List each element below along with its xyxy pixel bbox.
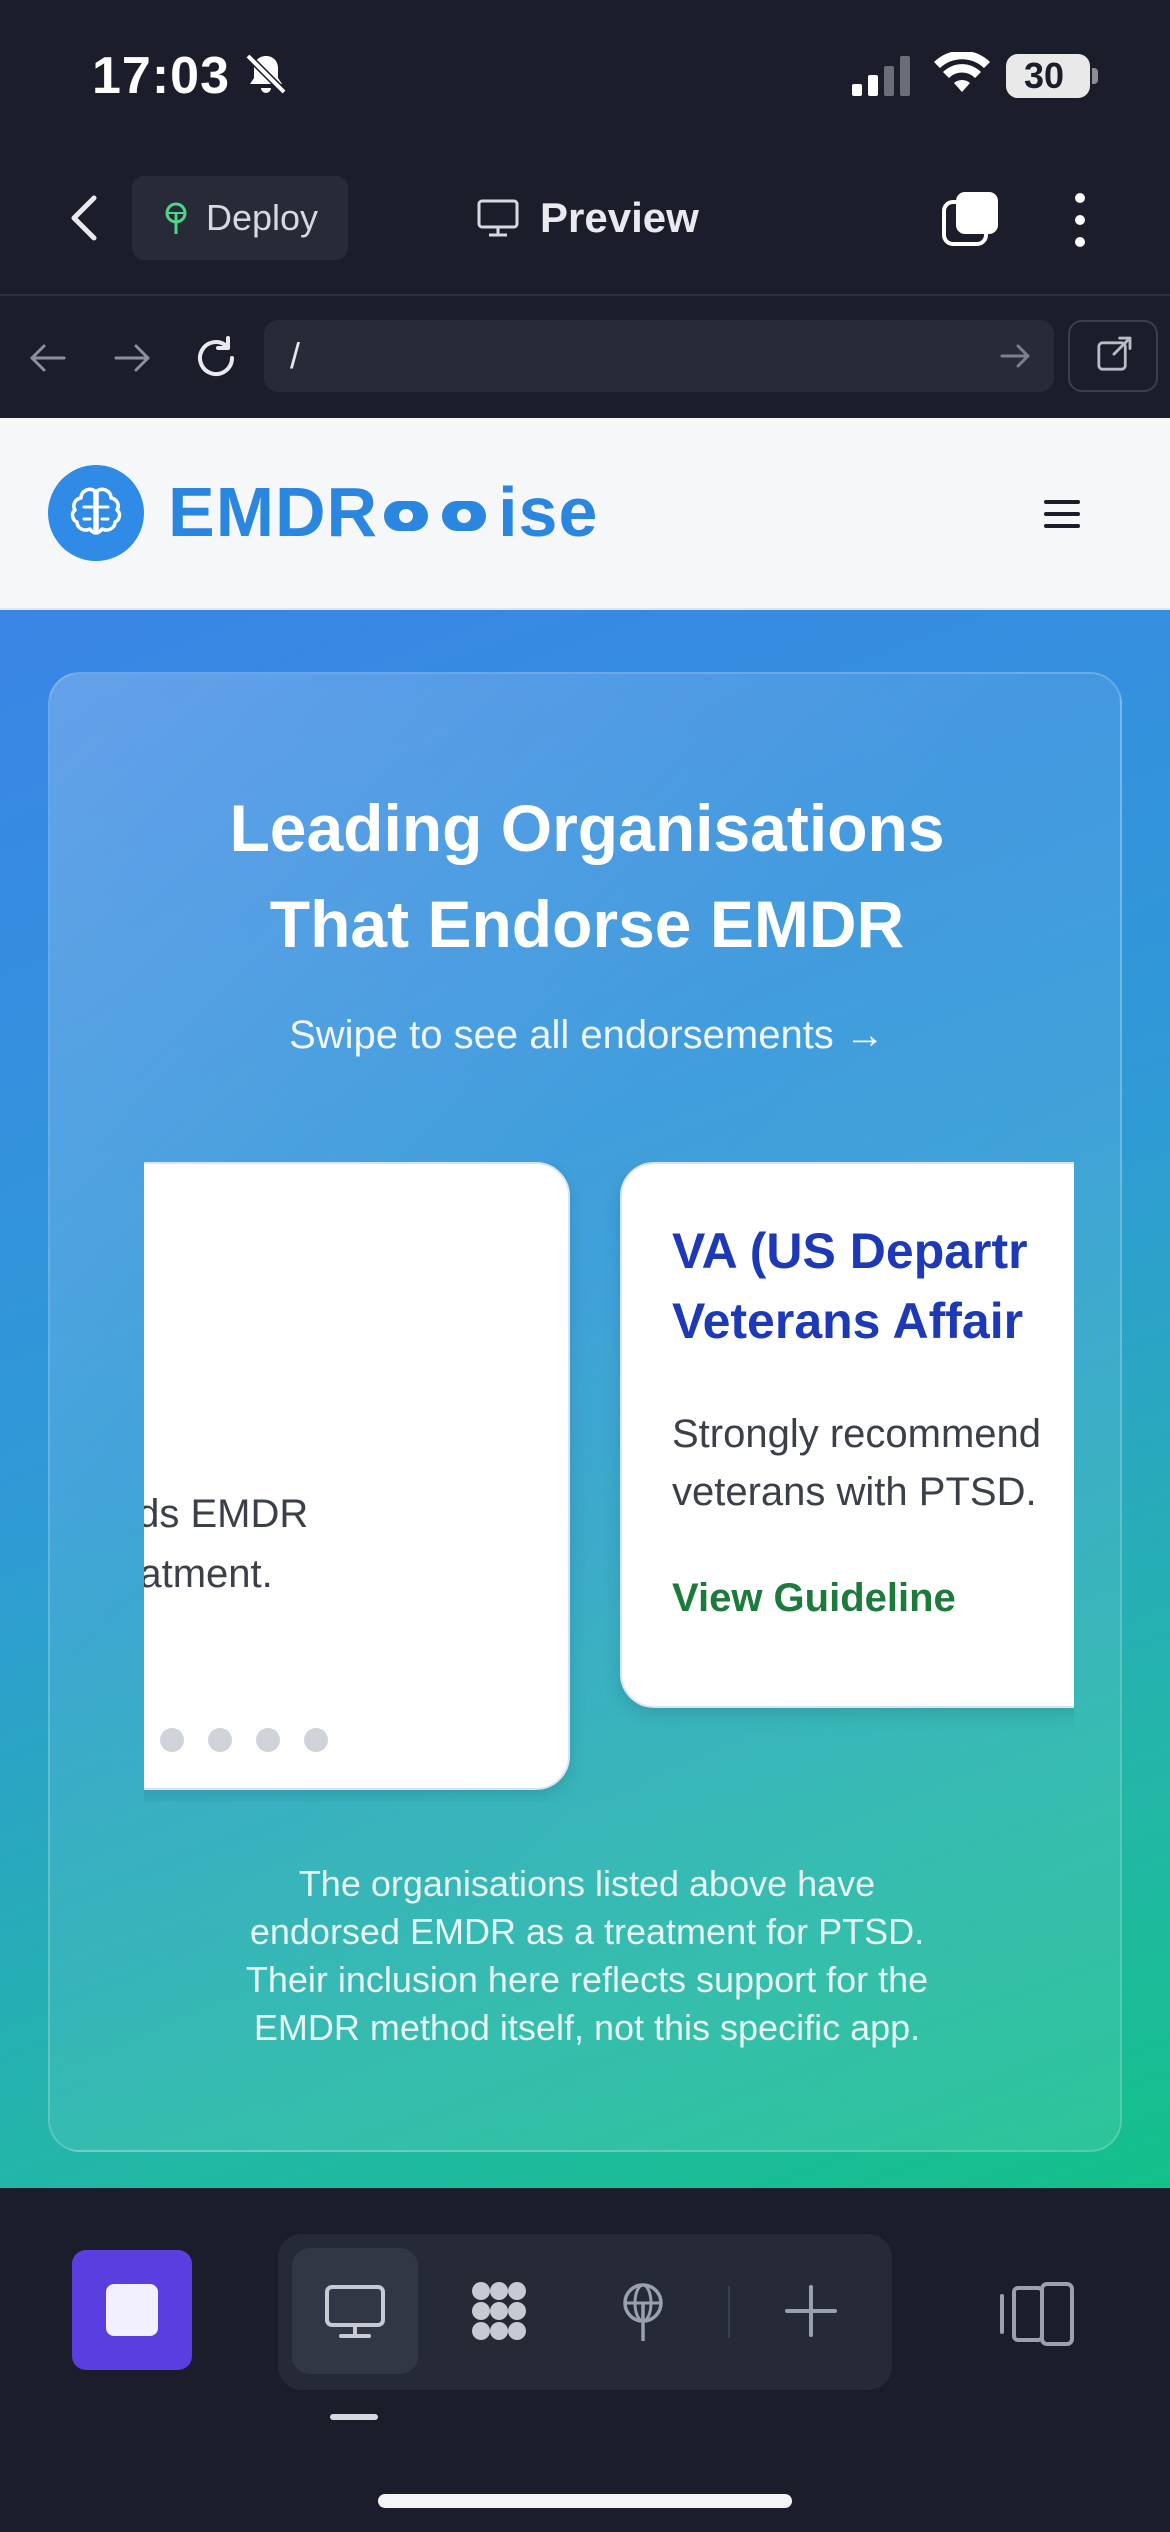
home-indicator: [378, 2494, 792, 2508]
stop-button[interactable]: [72, 2250, 192, 2370]
preview-label: Preview: [540, 194, 699, 241]
bell-off-icon: [245, 53, 287, 95]
top-toolbar: Deploy Preview: [0, 150, 1170, 296]
logo[interactable]: [48, 465, 144, 561]
tabs-icon[interactable]: [940, 188, 1002, 250]
apps-icon: [472, 2282, 526, 2340]
disclaimer-line: Their inclusion here reflects support fo…: [245, 1959, 929, 2000]
battery-level: 30: [1023, 55, 1065, 96]
card-text: SD treatment.: [144, 1552, 273, 1596]
eyes-logo-icon: [384, 495, 492, 535]
status-time: 17:03: [92, 47, 230, 105]
battery-icon: 30: [1006, 54, 1090, 98]
card-text: veterans with PTSD.: [672, 1470, 1037, 1514]
disclaimer-line: The organisations listed above have: [298, 1863, 876, 1904]
deploy-button[interactable]: Deploy: [132, 176, 348, 260]
wifi-icon: [934, 52, 990, 92]
carousel-dot[interactable]: [160, 1728, 184, 1752]
card-title: Veterans Affair: [672, 1293, 1024, 1349]
more-vertical-icon[interactable]: [1066, 188, 1094, 252]
battery-cap: [1092, 68, 1098, 84]
deploy-tab-button[interactable]: [580, 2248, 706, 2374]
view-guideline-link[interactable]: View Guideline: [672, 1576, 956, 1621]
endorsement-card[interactable]: VA (US Departr Veterans Affair Strongly …: [620, 1162, 1074, 1708]
brain-icon: [70, 487, 122, 535]
arrow-right-icon[interactable]: [998, 336, 1034, 376]
signal-icon: [852, 56, 910, 96]
arrow-right-icon[interactable]: [110, 336, 154, 380]
carousel-dots: [160, 1728, 328, 1754]
card-text: mmends EMDR: [144, 1492, 309, 1536]
panel-toggle-icon[interactable]: [996, 2278, 1076, 2350]
stop-icon: [106, 2284, 158, 2336]
url-bar: [0, 296, 1170, 418]
divider: [728, 2286, 730, 2338]
deploy-antenna-icon: [623, 2283, 663, 2341]
deploy-label: Deploy: [206, 197, 319, 238]
disclaimer-line: endorsed EMDR as a treatment for PTSD.: [249, 1911, 925, 1952]
carousel-dot[interactable]: [208, 1728, 232, 1752]
chevron-left-icon[interactable]: [60, 188, 112, 248]
brand-name-right: ise: [498, 473, 599, 551]
desktop-view-button[interactable]: [292, 2248, 418, 2374]
brand-name[interactable]: EMDR ise: [168, 470, 598, 554]
section-title: Leading Organisations That Endorse EMDR: [50, 780, 1124, 972]
url-input[interactable]: [264, 320, 1054, 392]
open-external-button[interactable]: [1068, 320, 1158, 392]
section-title-line: That Endorse EMDR: [269, 887, 905, 961]
endorsement-carousel[interactable]: n mmends EMDR SD treatment. VA (US Depar…: [144, 1162, 1074, 1802]
bottom-app-bar: [0, 2188, 1170, 2532]
endorsement-card[interactable]: n mmends EMDR SD treatment.: [144, 1162, 570, 1790]
site-header: EMDR ise: [0, 418, 1170, 610]
monitor-icon: [477, 199, 519, 237]
carousel-dot[interactable]: [304, 1728, 328, 1752]
view-switcher: [278, 2234, 892, 2390]
active-tab-indicator: [330, 2414, 378, 2420]
add-button[interactable]: [748, 2248, 874, 2374]
swipe-hint: Swipe to see all endorsements →: [289, 1013, 885, 1057]
carousel-dot[interactable]: [256, 1728, 280, 1752]
apps-button[interactable]: [436, 2248, 562, 2374]
plus-icon: [785, 2285, 837, 2337]
brand-name-left: EMDR: [168, 473, 379, 551]
section-title-line: Leading Organisations: [229, 791, 945, 865]
hamburger-icon[interactable]: [1040, 494, 1084, 534]
deploy-icon: [165, 202, 187, 234]
disclaimer-line: EMDR method itself, not this specific ap…: [253, 2007, 921, 2048]
external-link-icon: [1097, 336, 1132, 371]
reload-icon[interactable]: [190, 332, 242, 384]
status-bar: 17:03 30: [0, 0, 1170, 150]
desktop-icon: [325, 2285, 385, 2338]
disclaimer: The organisations listed above have endo…: [50, 1860, 1124, 2052]
arrow-left-icon[interactable]: [26, 336, 70, 380]
card-text: Strongly recommend: [672, 1412, 1042, 1456]
